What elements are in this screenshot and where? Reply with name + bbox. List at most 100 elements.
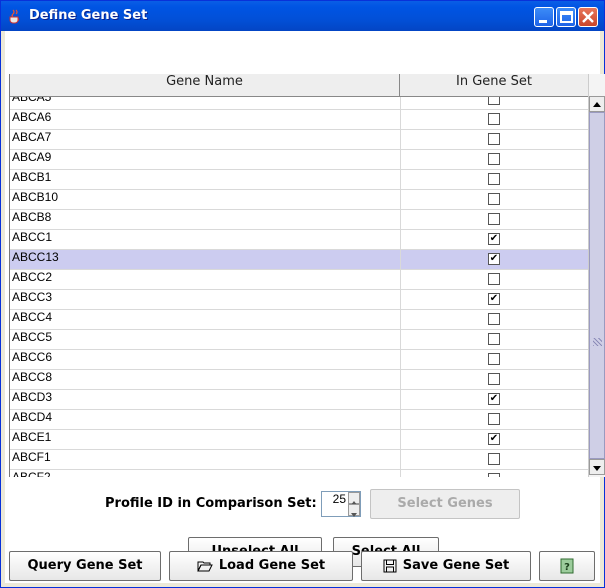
in-gene-set-checkbox[interactable]: ✔ <box>488 233 500 245</box>
close-button[interactable] <box>578 7 598 27</box>
in-gene-set-cell[interactable] <box>400 270 589 289</box>
table-row[interactable]: ABCA9 <box>10 150 589 170</box>
table-row[interactable]: ABCF2 <box>10 470 589 477</box>
in-gene-set-checkbox[interactable]: ✔ <box>488 293 500 305</box>
select-genes-button[interactable]: Select Genes <box>370 489 520 519</box>
in-gene-set-cell[interactable] <box>400 97 589 109</box>
in-gene-set-cell[interactable] <box>400 310 589 329</box>
in-gene-set-checkbox[interactable] <box>488 193 500 205</box>
gene-name-cell[interactable]: ABCD3 <box>12 390 52 409</box>
in-gene-set-checkbox[interactable]: ✔ <box>488 433 500 445</box>
gene-name-cell[interactable]: ABCE1 <box>12 430 51 449</box>
table-row[interactable]: ABCD3 ✔ <box>10 390 589 410</box>
gene-name-cell[interactable]: ABCC2 <box>12 270 52 289</box>
table-row[interactable]: ABCA7 <box>10 130 589 150</box>
table-row[interactable]: ABCC5 <box>10 330 589 350</box>
gene-name-cell[interactable]: ABCA6 <box>12 110 51 129</box>
gene-name-cell[interactable]: ABCA5 <box>12 97 51 109</box>
spinner-up-button[interactable] <box>348 492 360 505</box>
in-gene-set-checkbox[interactable] <box>488 353 500 365</box>
gene-name-cell[interactable]: ABCC3 <box>12 290 52 309</box>
table-row[interactable]: ABCD4 <box>10 410 589 430</box>
gene-name-cell[interactable]: ABCB1 <box>12 170 51 189</box>
table-row[interactable]: ABCB1 <box>10 170 589 190</box>
profile-id-value[interactable]: 25 <box>322 492 346 516</box>
in-gene-set-cell[interactable]: ✔ <box>400 290 589 309</box>
gene-name-cell[interactable]: ABCA7 <box>12 130 51 149</box>
in-gene-set-checkbox[interactable]: ✔ <box>488 253 500 265</box>
table-row[interactable]: ABCC2 <box>10 270 589 290</box>
table-row[interactable]: ABCC13 ✔ <box>10 250 589 270</box>
in-gene-set-checkbox[interactable]: ✔ <box>488 393 500 405</box>
load-gene-set-button[interactable]: Load Gene Set <box>169 551 353 581</box>
gene-name-cell[interactable]: ABCC1 <box>12 230 52 249</box>
profile-id-spinner[interactable]: 25 <box>321 491 361 517</box>
spinner-down-button[interactable] <box>348 504 360 517</box>
in-gene-set-cell[interactable]: ✔ <box>400 430 589 449</box>
column-header-in-gene-set[interactable]: In Gene Set <box>400 74 589 96</box>
gene-name-cell[interactable]: ABCC8 <box>12 370 52 389</box>
gene-name-cell[interactable]: ABCC4 <box>12 310 52 329</box>
in-gene-set-checkbox[interactable] <box>488 213 500 225</box>
in-gene-set-checkbox[interactable] <box>488 153 500 165</box>
in-gene-set-cell[interactable] <box>400 110 589 129</box>
in-gene-set-cell[interactable] <box>400 470 589 477</box>
table-row[interactable]: ABCC4 <box>10 310 589 330</box>
gene-name-cell[interactable]: ABCF1 <box>12 450 51 469</box>
in-gene-set-checkbox[interactable] <box>488 473 500 477</box>
in-gene-set-cell[interactable] <box>400 130 589 149</box>
save-gene-set-button[interactable]: Save Gene Set <box>361 551 531 581</box>
title-bar[interactable]: Define Gene Set <box>1 1 604 31</box>
gene-name-cell[interactable]: ABCA9 <box>12 150 51 169</box>
in-gene-set-cell[interactable] <box>400 150 589 169</box>
in-gene-set-checkbox[interactable] <box>488 113 500 125</box>
table-row[interactable]: ABCF1 <box>10 450 589 470</box>
in-gene-set-checkbox[interactable] <box>488 273 500 285</box>
table-row[interactable]: ABCE1 ✔ <box>10 430 589 450</box>
gene-name-cell[interactable]: ABCC13 <box>12 250 59 269</box>
table-row[interactable]: ABCC6 <box>10 350 589 370</box>
table-row[interactable]: ABCC8 <box>10 370 589 390</box>
help-button[interactable]: ? <box>539 551 595 581</box>
minimize-button[interactable] <box>534 7 554 27</box>
in-gene-set-cell[interactable] <box>400 210 589 229</box>
in-gene-set-cell[interactable] <box>400 190 589 209</box>
table-row[interactable]: ABCA6 <box>10 110 589 130</box>
table-row[interactable]: ABCC3 ✔ <box>10 290 589 310</box>
gene-name-cell[interactable]: ABCC5 <box>12 330 52 349</box>
in-gene-set-checkbox[interactable] <box>488 97 500 105</box>
gene-name-cell[interactable]: ABCB8 <box>12 210 51 229</box>
in-gene-set-cell[interactable] <box>400 450 589 469</box>
gene-name-cell[interactable]: ABCD4 <box>12 410 52 429</box>
gene-name-cell[interactable]: ABCF2 <box>12 470 51 477</box>
query-gene-set-button[interactable]: Query Gene Set <box>9 551 161 581</box>
in-gene-set-checkbox[interactable] <box>488 313 500 325</box>
scroll-down-button[interactable] <box>589 459 605 475</box>
save-gene-set-label: Save Gene Set <box>402 558 510 573</box>
scroll-up-button[interactable] <box>589 96 605 112</box>
in-gene-set-cell[interactable] <box>400 330 589 349</box>
column-header-gene-name[interactable]: Gene Name <box>10 74 400 96</box>
in-gene-set-cell[interactable] <box>400 410 589 429</box>
in-gene-set-cell[interactable] <box>400 170 589 189</box>
in-gene-set-checkbox[interactable] <box>488 373 500 385</box>
gene-name-cell[interactable]: ABCB10 <box>12 190 58 209</box>
in-gene-set-checkbox[interactable] <box>488 333 500 345</box>
table-row[interactable]: ABCA5 <box>10 97 589 110</box>
in-gene-set-cell[interactable]: ✔ <box>400 250 589 269</box>
in-gene-set-checkbox[interactable] <box>488 453 500 465</box>
scrollbar-thumb[interactable] <box>589 112 605 459</box>
vertical-scrollbar[interactable] <box>588 74 605 477</box>
in-gene-set-cell[interactable]: ✔ <box>400 390 589 409</box>
in-gene-set-checkbox[interactable] <box>488 133 500 145</box>
table-row[interactable]: ABCC1 ✔ <box>10 230 589 250</box>
in-gene-set-cell[interactable] <box>400 350 589 369</box>
in-gene-set-cell[interactable] <box>400 370 589 389</box>
maximize-button[interactable] <box>556 7 576 27</box>
table-row[interactable]: ABCB10 <box>10 190 589 210</box>
gene-name-cell[interactable]: ABCC6 <box>12 350 52 369</box>
in-gene-set-checkbox[interactable] <box>488 173 500 185</box>
table-row[interactable]: ABCB8 <box>10 210 589 230</box>
in-gene-set-checkbox[interactable] <box>488 413 500 425</box>
in-gene-set-cell[interactable]: ✔ <box>400 230 589 249</box>
